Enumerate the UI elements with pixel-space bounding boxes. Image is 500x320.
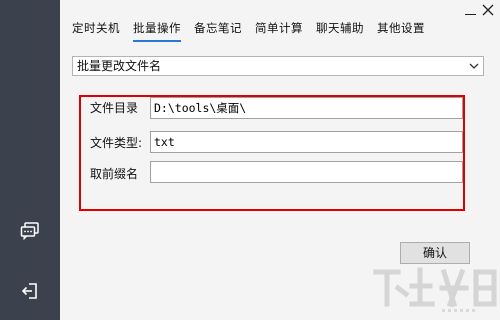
- tab-timed-shutdown[interactable]: 定时关机: [72, 18, 120, 40]
- file-type-field[interactable]: [150, 131, 463, 153]
- prefix-label: 取前缀名: [90, 167, 139, 181]
- exit-icon[interactable]: [20, 281, 40, 301]
- prefix-field[interactable]: [150, 161, 463, 183]
- minimize-icon[interactable]: [464, 6, 478, 20]
- operation-select-value: 批量更改文件名: [77, 59, 162, 73]
- main-panel: 定时关机 批量操作 备忘笔记 简单计算 聊天辅助 其他设置 批量更改文件名 文件…: [60, 0, 500, 320]
- chat-icon[interactable]: [20, 221, 40, 241]
- operation-select[interactable]: 批量更改文件名: [72, 56, 484, 76]
- tab-memo-notes[interactable]: 备忘笔记: [194, 18, 242, 40]
- confirm-button[interactable]: 确认: [400, 242, 470, 264]
- directory-label: 文件目录: [90, 101, 139, 115]
- tab-other-settings[interactable]: 其他设置: [377, 18, 425, 40]
- close-icon[interactable]: [482, 4, 496, 18]
- file-type-label: 文件类型:: [90, 136, 143, 150]
- chevron-down-icon: [469, 62, 479, 70]
- tab-batch-operations[interactable]: 批量操作: [133, 18, 181, 42]
- tab-bar: 定时关机 批量操作 备忘笔记 简单计算 聊天辅助 其他设置: [72, 18, 438, 42]
- watermark-logo: [372, 264, 498, 316]
- tab-chat-assist[interactable]: 聊天辅助: [316, 18, 364, 40]
- sidebar: [0, 0, 60, 320]
- directory-field[interactable]: [150, 97, 463, 119]
- tab-simple-calculator[interactable]: 简单计算: [255, 18, 303, 40]
